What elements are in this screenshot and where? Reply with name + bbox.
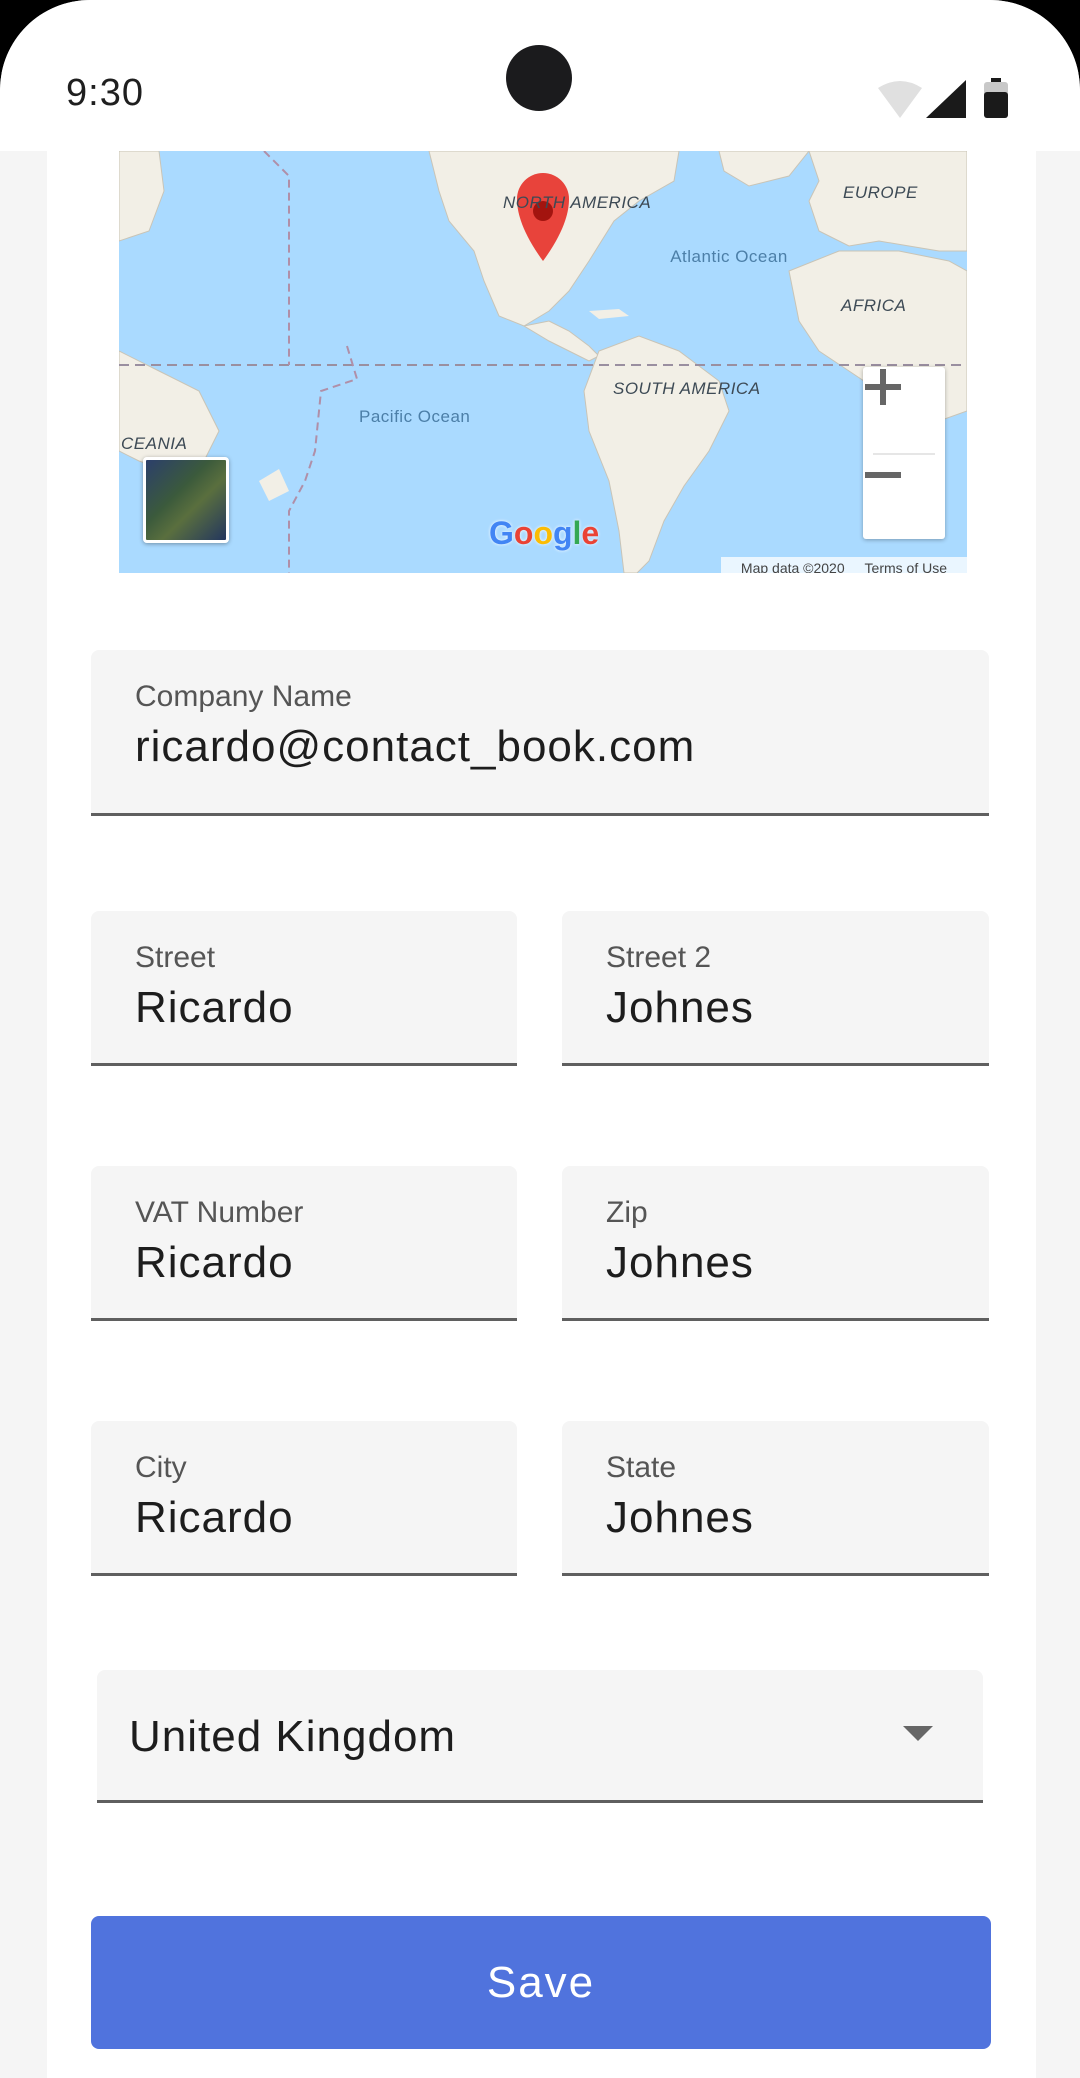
city-label: City [135, 1451, 187, 1484]
save-button[interactable]: Save [91, 1916, 991, 2049]
zip-label: Zip [606, 1196, 648, 1229]
map-data-credit: Map data ©2020 [740, 560, 845, 573]
street-field[interactable]: Street Ricardo [91, 911, 517, 1066]
map-attribution: Map data ©2020 Terms of Use [720, 557, 967, 573]
company-name-field[interactable]: Company Name ricardo@contact_book.com [91, 650, 989, 816]
vat-number-label: VAT Number [135, 1196, 304, 1229]
status-time: 9:30 [66, 72, 144, 114]
zip-field[interactable]: Zip Johnes [562, 1166, 989, 1321]
vat-number-field[interactable]: VAT Number Ricardo [91, 1166, 517, 1321]
state-field[interactable]: State Johnes [562, 1421, 989, 1576]
satellite-view-toggle[interactable] [143, 457, 229, 543]
battery-icon [984, 78, 1008, 118]
google-logo: Google [489, 515, 600, 551]
map-label-north-america: NORTH AMERICA [503, 193, 652, 212]
city-value[interactable]: Ricardo [135, 1493, 294, 1543]
state-label: State [606, 1451, 677, 1484]
zoom-out-button[interactable] [863, 455, 945, 539]
plus-icon [865, 369, 901, 405]
dropdown-arrow-icon [903, 1726, 933, 1741]
minus-icon [865, 472, 901, 478]
map-label-atlantic: Atlantic Ocean [670, 247, 788, 266]
status-icons [876, 78, 1016, 122]
cellular-signal-icon [926, 80, 966, 118]
company-name-value[interactable]: ricardo@contact_book.com [135, 722, 695, 772]
street2-label: Street 2 [606, 941, 712, 974]
map-label-pacific: Pacific Ocean [359, 407, 471, 426]
street-label: Street [135, 941, 216, 974]
map-view[interactable]: NORTH AMERICA EUROPE Atlantic Ocean AFRI… [119, 151, 967, 573]
map-label-south-america: SOUTH AMERICA [613, 379, 761, 398]
status-bar: 9:30 [0, 0, 1080, 151]
map-label-europe: EUROPE [843, 183, 918, 202]
street2-value[interactable]: Johnes [606, 983, 754, 1033]
zoom-in-button[interactable] [863, 367, 945, 451]
zip-value[interactable]: Johnes [606, 1238, 754, 1288]
state-value[interactable]: Johnes [606, 1493, 754, 1543]
company-name-label: Company Name [135, 680, 352, 713]
phone-screen: 9:30 NORTH AMERICA EUROPE Atlantic Ocean… [0, 0, 1080, 2078]
street2-field[interactable]: Street 2 Johnes [562, 911, 989, 1066]
front-camera [506, 45, 572, 111]
city-field[interactable]: City Ricardo [91, 1421, 517, 1576]
content-area: NORTH AMERICA EUROPE Atlantic Ocean AFRI… [47, 151, 1036, 2078]
country-value: United Kingdom [129, 1712, 457, 1761]
map-label-oceania: CEANIA [121, 434, 188, 453]
country-select[interactable]: United Kingdom [97, 1670, 983, 1803]
vat-number-value[interactable]: Ricardo [135, 1238, 294, 1288]
terms-of-use-link[interactable]: Terms of Use [865, 560, 947, 573]
street-value[interactable]: Ricardo [135, 983, 294, 1033]
wifi-icon [878, 81, 922, 118]
map-label-africa: AFRICA [841, 296, 907, 315]
zoom-controls [863, 367, 945, 539]
